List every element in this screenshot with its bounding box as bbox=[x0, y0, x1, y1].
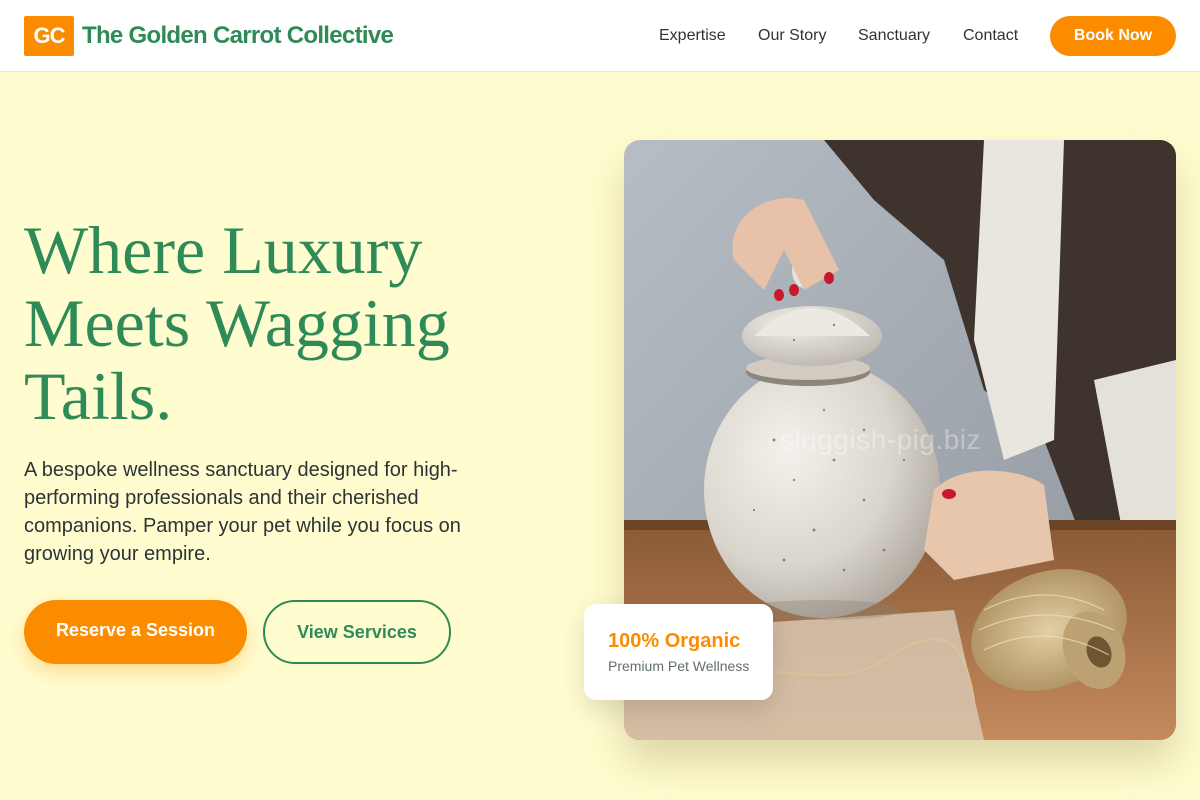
badge-card-title: 100% Organic bbox=[608, 630, 741, 652]
hero-title-line: Tails. bbox=[24, 358, 173, 434]
book-now-button[interactable]: Book Now bbox=[1050, 16, 1176, 56]
nav-link-sanctuary[interactable]: Sanctuary bbox=[858, 25, 930, 47]
badge-card-subtitle: Premium Pet Wellness bbox=[608, 658, 750, 674]
nav-link-expertise[interactable]: Expertise bbox=[659, 25, 726, 47]
brand-name[interactable]: The Golden Carrot Collective bbox=[82, 20, 394, 52]
image-watermark: sluggish-pig.biz bbox=[780, 424, 981, 455]
site-header: GC The Golden Carrot Collective Expertis… bbox=[0, 0, 1200, 72]
view-services-button[interactable]: View Services bbox=[263, 600, 451, 664]
organic-badge-card: 100% Organic Premium Pet Wellness bbox=[584, 604, 773, 700]
nav-link-our-story[interactable]: Our Story bbox=[758, 25, 826, 47]
reserve-session-button[interactable]: Reserve a Session bbox=[24, 600, 247, 664]
hero-title-line: Where Luxury bbox=[24, 212, 423, 288]
hero-title-line: Meets Wagging bbox=[24, 285, 450, 361]
nav-link-contact[interactable]: Contact bbox=[963, 25, 1018, 47]
hero-title: Where Luxury Meets Wagging Tails. bbox=[24, 214, 544, 433]
hero-description: A bespoke wellness sanctuary designed fo… bbox=[24, 459, 461, 565]
logo-badge[interactable]: GC bbox=[24, 16, 74, 56]
